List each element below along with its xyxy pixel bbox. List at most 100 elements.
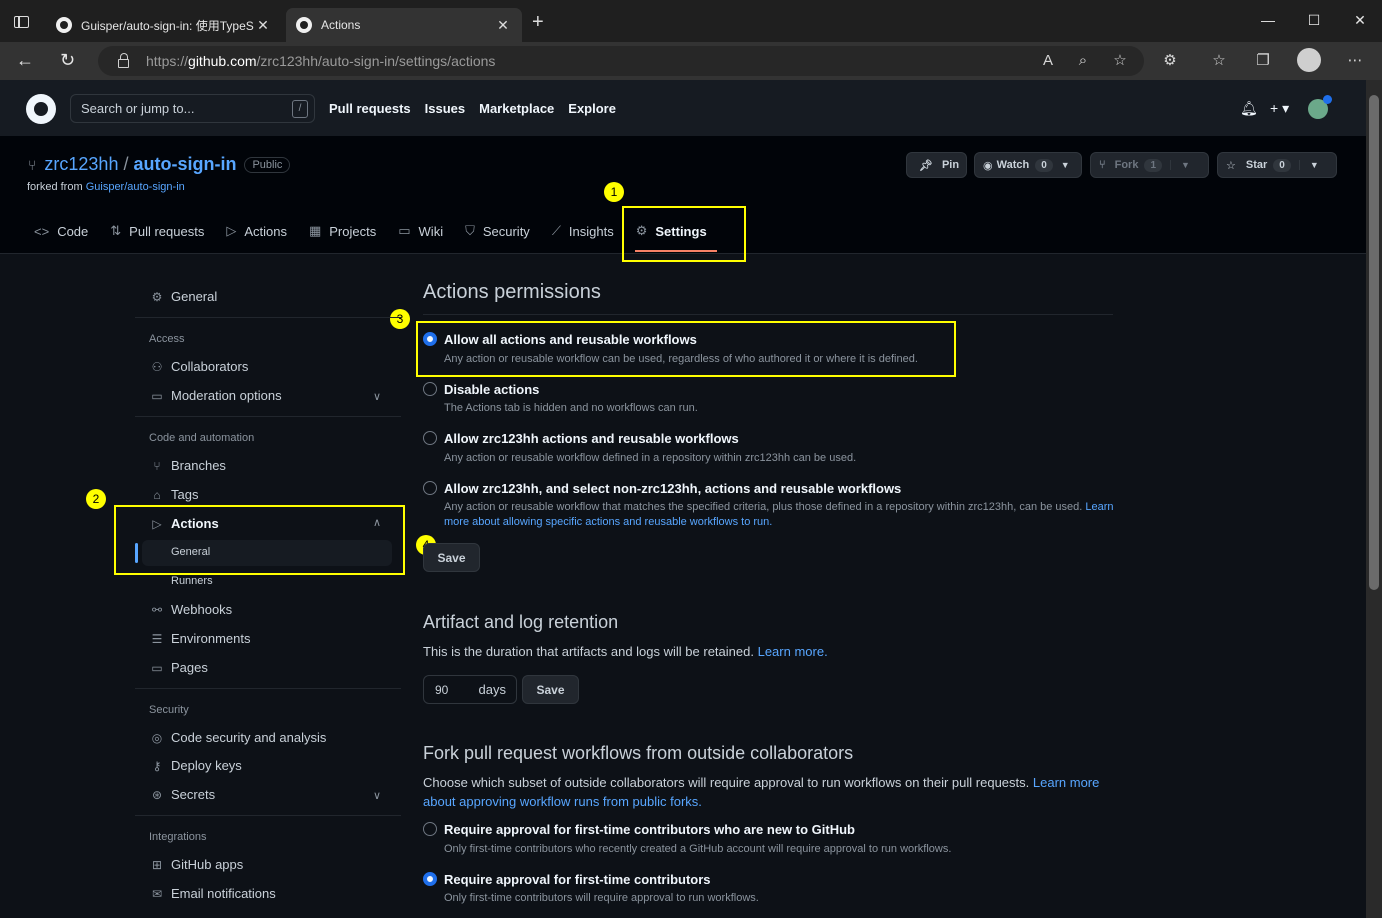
star-button[interactable]: ☆ Star 0 ▼ <box>1217 152 1337 178</box>
visibility-badge: Public <box>244 156 291 173</box>
back-icon[interactable]: ← <box>16 50 34 70</box>
nav-explore[interactable]: Explore <box>568 101 616 116</box>
close-window-icon[interactable]: ✕ <box>1350 12 1370 29</box>
sidebar-item-environments[interactable]: ☰ Environments <box>149 631 251 646</box>
retention-title: Artifact and log retention <box>423 612 619 632</box>
tab-projects[interactable]: ▦ Projects <box>309 223 376 239</box>
sidebar-heading-security: Security <box>149 704 189 716</box>
sidebar-item-general[interactable]: ⚙ General <box>149 289 218 304</box>
server-icon: ☰ <box>151 631 163 646</box>
zoom-icon[interactable]: ⌕ <box>1073 52 1093 70</box>
sidebar-divider <box>135 688 401 689</box>
caret-down-icon[interactable]: ▼ <box>1170 160 1190 170</box>
chevron-up-icon[interactable]: ∧ <box>373 516 381 529</box>
more-menu-icon[interactable]: ⋯ <box>1345 52 1365 70</box>
browser-tab-title: Actions <box>321 18 361 32</box>
close-tab-icon[interactable]: ✕ <box>494 17 512 34</box>
repo-owner-link[interactable]: zrc123hh <box>44 154 118 175</box>
sidebar-item-moderation[interactable]: ▭ Moderation options <box>149 388 282 403</box>
caret-down-icon[interactable]: ▼ <box>1298 160 1319 170</box>
extensions-icon[interactable]: ⚙ <box>1160 52 1180 70</box>
tab-actions[interactable]: ▷ Actions <box>226 223 287 239</box>
radio-disable-actions[interactable] <box>423 382 437 396</box>
nav-marketplace[interactable]: Marketplace <box>479 101 554 116</box>
close-tab-icon[interactable]: ✕ <box>254 17 272 34</box>
fork-workflows-desc: Choose which subset of outside collabora… <box>423 773 1113 811</box>
sidebar-item-github-apps[interactable]: ⊞ GitHub apps <box>149 857 243 872</box>
forked-from-link[interactable]: Guisper/auto-sign-in <box>86 181 185 193</box>
tab-wiki[interactable]: ▭ Wiki <box>398 223 443 239</box>
lock-icon <box>118 52 129 68</box>
nav-issues[interactable]: Issues <box>425 101 465 116</box>
tab-code[interactable]: <> Code <box>34 224 88 239</box>
save-retention-button[interactable]: Save <box>522 675 579 704</box>
sidebar-item-email-notifications[interactable]: ✉ Email notifications <box>149 886 276 901</box>
sidebar-subitem-actions-runners[interactable]: Runners <box>171 575 213 587</box>
tab-actions-menu-icon[interactable] <box>14 16 29 28</box>
radio-allow-all[interactable] <box>423 332 437 346</box>
radio-require-new-to-github[interactable] <box>423 822 437 836</box>
sidebar-item-webhooks[interactable]: ⚯ Webhooks <box>149 602 232 617</box>
radio-allow-owner-actions[interactable] <box>423 431 437 445</box>
learn-more-link[interactable]: Learn <box>1085 501 1113 513</box>
watch-button[interactable]: ◉ Watch 0 ▼ <box>974 152 1082 178</box>
tab-label: Security <box>482 223 530 239</box>
sidebar-item-label: Actions <box>171 516 219 531</box>
fork-button[interactable]: ⑂ Fork 1 ▼ <box>1090 152 1209 178</box>
star-icon: ☆ <box>1226 159 1236 172</box>
sidebar-item-pages[interactable]: ▭ Pages <box>149 660 208 675</box>
avatar[interactable] <box>1308 95 1332 119</box>
sidebar-item-deploy-keys[interactable]: ⚷ Deploy keys <box>149 758 242 773</box>
new-tab-icon[interactable]: + <box>532 12 544 32</box>
sidebar-subitem-actions-general[interactable]: General <box>171 546 210 558</box>
chevron-down-icon[interactable]: ∨ <box>373 390 381 403</box>
sidebar-item-label: Moderation options <box>171 388 282 403</box>
browser-tab-guisper[interactable]: Guisper/auto-sign-in: 使用TypeS ✕ <box>46 8 282 42</box>
notifications-icon[interactable]: 🔔︎ <box>1240 100 1258 117</box>
radio-require-first-time[interactable] <box>423 872 437 886</box>
nav-pull-requests[interactable]: Pull requests <box>329 101 411 116</box>
pull-request-icon: ⇅ <box>110 223 122 238</box>
sidebar-item-label: Branches <box>171 458 226 473</box>
caret-down-icon[interactable]: ▼ <box>1061 160 1070 170</box>
collections-icon[interactable]: ❐ <box>1253 52 1273 70</box>
browser-toolbar: ← ↻ https://github.com/zrc123hh/auto-sig… <box>0 42 1382 80</box>
tab-security[interactable]: ⛉ Security <box>465 223 530 239</box>
refresh-icon[interactable]: ↻ <box>60 50 75 70</box>
browser-tab-actions[interactable]: Actions ✕ <box>286 8 522 42</box>
address-bar[interactable]: https://github.com/zrc123hh/auto-sign-in… <box>98 46 1144 76</box>
option-title: Allow all actions and reusable workflows <box>444 332 697 347</box>
learn-more-link[interactable]: about approving workflow runs from publi… <box>423 794 702 809</box>
search-input[interactable]: Search or jump to... / <box>70 94 315 123</box>
radio-allow-select-actions[interactable] <box>423 481 437 495</box>
sidebar-item-label: General <box>171 289 218 304</box>
tab-pull-requests[interactable]: ⇅ Pull requests <box>110 223 204 239</box>
read-aloud-icon[interactable]: A <box>1038 52 1058 70</box>
sidebar-item-collaborators[interactable]: ⚇ Collaborators <box>149 359 249 374</box>
retention-days-input[interactable]: 90 days <box>423 675 517 704</box>
repo-name-link[interactable]: auto-sign-in <box>133 154 236 175</box>
scrollbar-thumb[interactable] <box>1369 95 1379 590</box>
sidebar-item-code-security[interactable]: ◎ Code security and analysis <box>149 730 327 745</box>
profile-icon[interactable] <box>1297 48 1321 72</box>
github-logo-icon[interactable] <box>26 94 56 124</box>
sidebar-item-secrets[interactable]: ⊛ Secrets <box>149 787 215 802</box>
minimize-icon[interactable]: — <box>1258 12 1278 28</box>
learn-more-link[interactable]: Learn more. <box>758 644 828 659</box>
highlight-allow-all-option <box>416 321 956 377</box>
maximize-icon[interactable]: ☐ <box>1304 12 1324 29</box>
learn-more-link[interactable]: Learn more <box>1033 775 1099 790</box>
sidebar-item-tags[interactable]: ⌂ Tags <box>149 487 198 502</box>
option-desc: Any action or reusable workflow can be u… <box>444 353 918 365</box>
favorites-icon[interactable]: ☆ <box>1209 52 1229 70</box>
tab-insights[interactable]: ⟋ Insights <box>552 223 614 239</box>
url-prefix: https:// <box>146 53 189 69</box>
learn-more-link[interactable]: more about allowing specific actions and… <box>444 516 772 528</box>
sidebar-item-branches[interactable]: ⑂ Branches <box>149 458 226 473</box>
add-favorite-icon[interactable]: ☆ <box>1110 52 1130 70</box>
sidebar-item-actions[interactable]: ▷ Actions <box>149 516 219 531</box>
pin-button[interactable]: 📌︎ Pin <box>906 152 967 178</box>
save-permissions-button[interactable]: Save <box>423 543 480 572</box>
chevron-down-icon[interactable]: ∨ <box>373 789 381 802</box>
create-new-icon[interactable]: + ▾ <box>1270 100 1289 117</box>
